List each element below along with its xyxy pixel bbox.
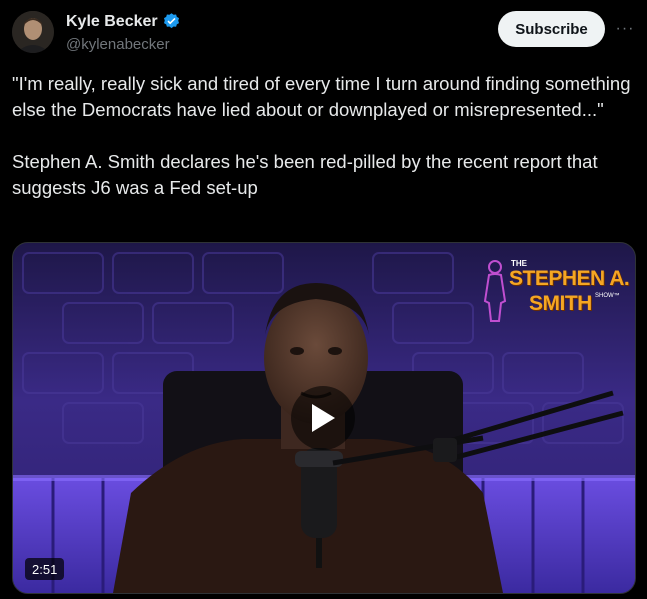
author-name-row[interactable]: Kyle Becker <box>66 12 181 31</box>
play-button[interactable] <box>291 386 355 450</box>
show-logo-line2: SMITH <box>529 292 592 315</box>
more-options-icon[interactable]: ··· <box>612 16 638 42</box>
avatar[interactable] <box>12 11 54 53</box>
video-duration: 2:51 <box>25 558 65 580</box>
author-handle[interactable]: @kylenabecker <box>66 36 170 53</box>
author-name[interactable]: Kyle Becker <box>66 13 158 31</box>
verified-badge-icon <box>162 12 181 31</box>
tweet-text: "I'm really, really sick and tired of ev… <box>12 73 631 198</box>
subscribe-button[interactable]: Subscribe <box>498 11 605 47</box>
video-player[interactable]: THE STEPHEN A. SMITH SHOW™ 2:51 <box>12 242 636 594</box>
show-logo-line1: STEPHEN A. <box>509 267 630 290</box>
show-logo-suffix: SHOW™ <box>595 293 620 299</box>
play-icon <box>310 403 336 433</box>
